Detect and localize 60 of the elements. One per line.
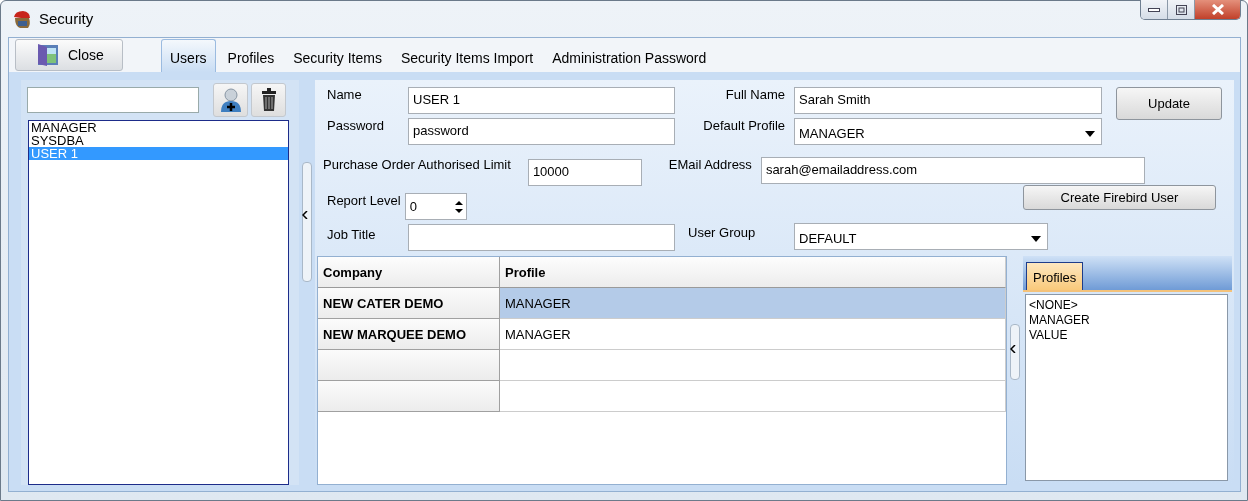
field-label: Report Level <box>326 192 401 209</box>
table-cell: NEW MARQUEE DEMO <box>318 319 500 350</box>
update-button[interactable]: Update <box>1116 87 1222 120</box>
minimize-button[interactable] <box>1141 0 1168 19</box>
table-cell[interactable] <box>500 381 1006 412</box>
caret-icon <box>1031 235 1041 242</box>
close-icon <box>1210 4 1225 15</box>
profile-item[interactable]: VALUE <box>1029 328 1224 343</box>
maximize-button[interactable] <box>1168 0 1195 19</box>
field-label: Name <box>326 86 363 102</box>
search-field[interactable] <box>27 87 199 113</box>
maximize-icon <box>1175 4 1187 15</box>
window-title: Security <box>39 10 94 27</box>
table-cell[interactable] <box>500 350 1006 381</box>
user-item[interactable]: MANAGER <box>29 121 288 134</box>
close-button[interactable]: Close <box>15 39 123 71</box>
trash-icon <box>260 88 277 112</box>
delete-button[interactable] <box>251 83 286 117</box>
profile-item[interactable]: <NONE> <box>1029 298 1224 313</box>
table-cell: NEW CATER DEMO <box>318 288 500 319</box>
input-field[interactable]: USER 1 <box>408 87 675 114</box>
field-label: Purchase Order Authorised Limit <box>323 155 511 172</box>
column-header[interactable]: Company <box>318 257 500 288</box>
input-field[interactable]: password <box>408 118 675 145</box>
field-label: Job Title <box>326 226 377 243</box>
field-label: EMail Address <box>667 155 753 172</box>
caret-icon <box>1085 130 1095 137</box>
chevron-left-icon <box>1010 345 1016 353</box>
create-firebird-user-button[interactable]: Create Firebird User <box>1023 185 1216 211</box>
splitter-handle[interactable] <box>1010 324 1020 380</box>
tab[interactable]: Security Items Import <box>393 41 541 72</box>
profile-item[interactable]: MANAGER <box>1029 313 1224 328</box>
tab[interactable]: Users <box>161 39 216 72</box>
input-field[interactable] <box>408 224 675 252</box>
tab[interactable]: Security Items <box>286 41 389 72</box>
table-cell[interactable]: MANAGER <box>500 288 1006 319</box>
tab[interactable]: Profiles <box>220 41 282 72</box>
helmet-icon <box>11 10 33 30</box>
user-item[interactable]: SYSDBA <box>29 134 288 147</box>
column-header[interactable]: Profile <box>500 257 1006 288</box>
chevron-left-icon <box>302 211 308 219</box>
dropdown[interactable]: MANAGER <box>794 118 1102 145</box>
field-label: Default Profile <box>702 117 786 133</box>
tab[interactable]: Profiles <box>1026 262 1084 290</box>
field-label: Password <box>326 117 386 133</box>
splitter-handle[interactable] <box>302 162 312 282</box>
number-spinner[interactable]: 0 <box>404 193 467 221</box>
add-user-icon <box>218 87 243 113</box>
input-field[interactable]: 10000 <box>527 158 642 186</box>
table-cell[interactable]: MANAGER <box>500 319 1006 350</box>
add-user-button[interactable] <box>213 83 248 117</box>
door-icon <box>36 43 60 67</box>
close-window-button[interactable] <box>1195 0 1240 19</box>
tab[interactable]: Administration Password <box>545 41 714 72</box>
minimize-icon <box>1148 6 1160 13</box>
field-label: Full Name <box>724 86 786 102</box>
input-field[interactable]: Sarah Smith <box>794 87 1102 114</box>
input-field[interactable]: sarah@emailaddress.com <box>760 156 1145 184</box>
dropdown[interactable]: DEFAULT <box>794 223 1048 251</box>
field-label: User Group <box>688 224 757 241</box>
